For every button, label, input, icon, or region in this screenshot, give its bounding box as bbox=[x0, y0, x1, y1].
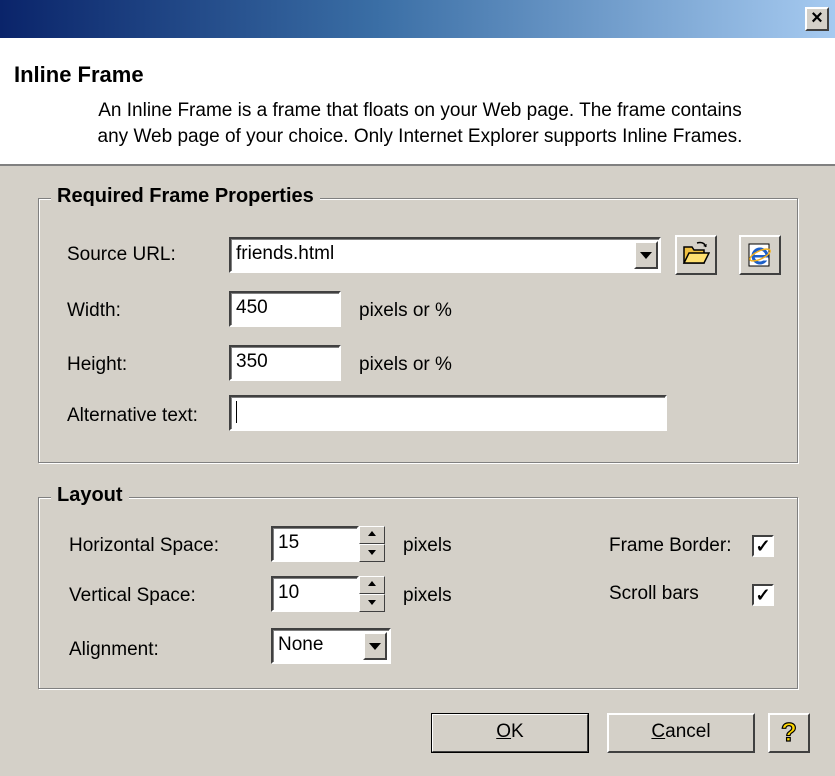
frame-border-label: Frame Border: bbox=[609, 535, 732, 556]
ok-label-rest: K bbox=[511, 721, 524, 742]
height-label: Height: bbox=[67, 354, 128, 375]
alignment-label: Alignment: bbox=[69, 639, 159, 660]
height-input[interactable]: 350 bbox=[229, 345, 341, 381]
vertical-space-value: 10 bbox=[278, 582, 300, 603]
spin-up-button[interactable] bbox=[359, 526, 385, 544]
horizontal-space-value: 15 bbox=[278, 532, 300, 553]
dialog-header: Inline Frame An Inline Frame is a frame … bbox=[0, 38, 835, 166]
arrow-down-icon bbox=[368, 600, 376, 605]
horizontal-space-label: Horizontal Space: bbox=[69, 535, 219, 556]
internet-explorer-icon bbox=[748, 243, 771, 267]
height-value: 350 bbox=[236, 351, 268, 372]
dialog-title: Inline Frame bbox=[14, 62, 144, 87]
cancel-label-rest: ancel bbox=[665, 721, 711, 742]
description-line-1: An Inline Frame is a frame that floats o… bbox=[98, 100, 742, 121]
width-unit-label: pixels or % bbox=[359, 300, 452, 321]
alternative-text-input[interactable] bbox=[229, 395, 667, 431]
frame-border-checkbox[interactable]: ✓ bbox=[752, 535, 774, 557]
spin-down-button[interactable] bbox=[359, 544, 385, 562]
ok-mnemonic: O bbox=[496, 721, 512, 742]
help-button[interactable]: ? bbox=[768, 713, 810, 753]
horizontal-space-input[interactable]: 15 bbox=[271, 526, 359, 562]
horizontal-space-unit: pixels bbox=[403, 535, 452, 556]
layout-group: Layout Horizontal Space: 15 pixels Frame… bbox=[38, 484, 798, 689]
vertical-space-spinner[interactable] bbox=[359, 576, 385, 612]
arrow-up-icon bbox=[368, 531, 376, 536]
checkmark-icon: ✓ bbox=[755, 536, 771, 556]
horizontal-space-spinner[interactable] bbox=[359, 526, 385, 562]
description-line-2: any Web page of your choice. Only Intern… bbox=[97, 126, 743, 147]
text-cursor bbox=[236, 400, 237, 423]
vertical-space-input[interactable]: 10 bbox=[271, 576, 359, 612]
spin-down-button[interactable] bbox=[359, 594, 385, 612]
chevron-down-icon bbox=[640, 252, 652, 259]
browse-web-button[interactable] bbox=[739, 235, 781, 275]
browse-file-button[interactable] bbox=[675, 235, 717, 275]
scroll-bars-label: Scroll bars bbox=[609, 583, 699, 604]
checkmark-icon: ✓ bbox=[755, 585, 771, 605]
alignment-value: None bbox=[278, 634, 324, 655]
arrow-down-icon bbox=[368, 550, 376, 555]
help-icon: ? bbox=[780, 716, 797, 747]
arrow-up-icon bbox=[368, 581, 376, 586]
chevron-down-icon bbox=[369, 643, 381, 650]
width-label: Width: bbox=[67, 300, 121, 321]
width-input[interactable]: 450 bbox=[229, 291, 341, 327]
cancel-button[interactable]: Cancel bbox=[607, 713, 755, 753]
scroll-bars-checkbox[interactable]: ✓ bbox=[752, 584, 774, 606]
source-url-label: Source URL: bbox=[67, 244, 176, 265]
height-unit-label: pixels or % bbox=[359, 354, 452, 375]
alignment-dropdown-button[interactable] bbox=[363, 632, 387, 660]
ok-button[interactable]: OK bbox=[431, 713, 589, 753]
spin-up-button[interactable] bbox=[359, 576, 385, 594]
source-url-dropdown-button[interactable] bbox=[634, 241, 658, 269]
folder-open-icon bbox=[682, 241, 710, 264]
required-properties-legend: Required Frame Properties bbox=[51, 185, 320, 208]
width-value: 450 bbox=[236, 297, 268, 318]
source-url-value: friends.html bbox=[236, 243, 335, 264]
vertical-space-unit: pixels bbox=[403, 585, 452, 606]
close-button[interactable]: × bbox=[805, 7, 829, 31]
vertical-space-label: Vertical Space: bbox=[69, 585, 196, 606]
close-icon: × bbox=[811, 7, 823, 29]
dialog-description: An Inline Frame is a frame that floats o… bbox=[20, 98, 820, 150]
required-properties-group: Required Frame Properties Source URL: fr… bbox=[38, 185, 798, 463]
alternative-text-label: Alternative text: bbox=[67, 405, 198, 426]
title-bar: × bbox=[0, 0, 835, 38]
layout-legend: Layout bbox=[51, 484, 129, 507]
cancel-mnemonic: C bbox=[651, 721, 666, 742]
source-url-input[interactable]: friends.html bbox=[229, 237, 661, 273]
